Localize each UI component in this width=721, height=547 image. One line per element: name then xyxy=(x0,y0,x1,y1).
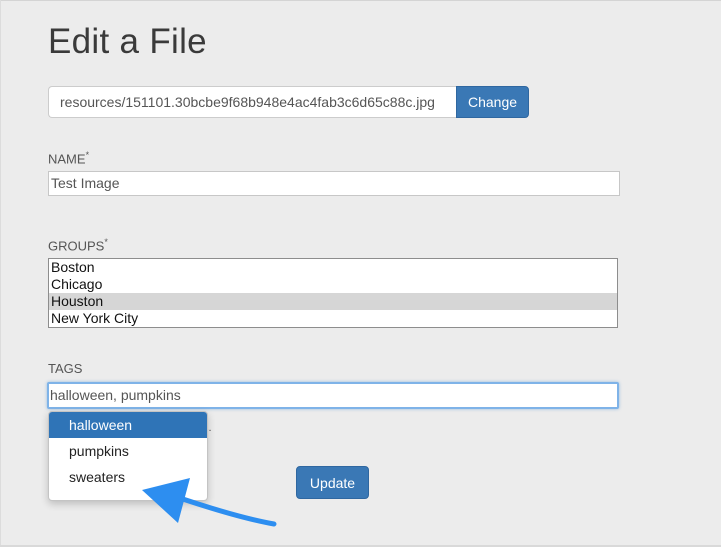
update-button[interactable]: Update xyxy=(296,466,369,499)
group-option-chicago[interactable]: Chicago xyxy=(49,276,617,293)
autocomplete-item-pumpkins[interactable]: pumpkins xyxy=(49,438,207,464)
tags-autocomplete-dropdown: halloween pumpkins sweaters xyxy=(48,411,208,501)
autocomplete-item-sweaters[interactable]: sweaters xyxy=(49,464,207,490)
groups-label: GROUPS* xyxy=(48,237,108,254)
file-path-field[interactable]: resources/151101.30bcbe9f68b948e4ac4fab3… xyxy=(48,86,456,118)
page-title: Edit a File xyxy=(48,22,207,61)
group-option-boston[interactable]: Boston xyxy=(49,259,617,276)
frame-left-border xyxy=(0,0,1,547)
groups-multiselect[interactable]: Boston Chicago Houston New York City xyxy=(48,258,618,328)
name-label: NAME* xyxy=(48,150,90,167)
group-option-new-york-city[interactable]: New York City xyxy=(49,310,617,327)
file-picker: resources/151101.30bcbe9f68b948e4ac4fab3… xyxy=(48,86,529,118)
frame-top-border xyxy=(0,0,721,1)
autocomplete-item-halloween[interactable]: halloween xyxy=(49,412,207,438)
tags-label: TAGS xyxy=(48,361,83,376)
name-input[interactable]: Test Image xyxy=(48,171,620,196)
tags-input[interactable]: halloween, pumpkins xyxy=(47,382,619,409)
group-option-houston[interactable]: Houston xyxy=(49,293,617,310)
change-file-button[interactable]: Change xyxy=(456,86,529,118)
